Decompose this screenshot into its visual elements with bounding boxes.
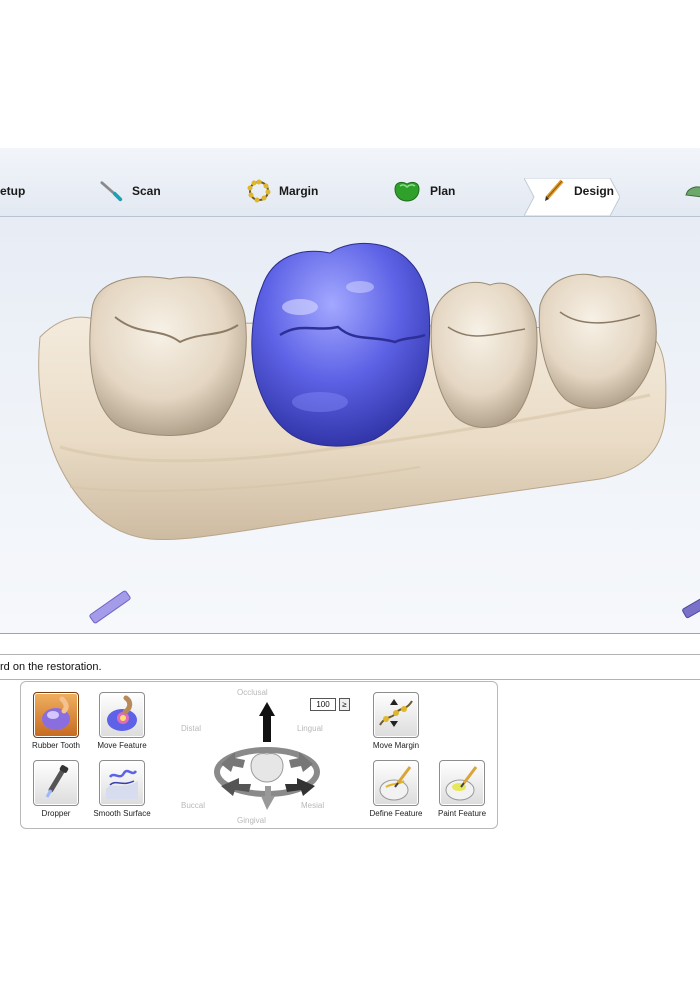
dropper-tool[interactable]: Dropper bbox=[21, 760, 91, 818]
label-buccal: Buccal bbox=[181, 801, 206, 810]
workflow-bar: etup Scan Margin Plan Design bbox=[0, 148, 700, 217]
plan-tooth-icon bbox=[392, 179, 422, 203]
step-setup-label: etup bbox=[0, 184, 26, 198]
next-step-icon bbox=[684, 179, 700, 203]
status-bar: rd on the restoration. bbox=[0, 654, 700, 680]
define-feature-icon bbox=[373, 760, 419, 806]
define-feature-label: Define Feature bbox=[369, 809, 423, 818]
move-margin-icon bbox=[373, 692, 419, 738]
zoom-value-field[interactable]: 100 bbox=[310, 698, 336, 711]
smooth-surface-icon bbox=[99, 760, 145, 806]
step-next-partial[interactable] bbox=[684, 178, 700, 204]
move-feature-tool[interactable]: Move Feature bbox=[87, 692, 157, 750]
move-feature-icon bbox=[99, 692, 145, 738]
step-design-label: Design bbox=[574, 184, 615, 198]
cad-design-app: etup Scan Margin Plan Design rd on the r… bbox=[0, 148, 700, 833]
scan-wand-icon bbox=[100, 179, 124, 203]
rubber-tooth-label: Rubber Tooth bbox=[32, 741, 80, 750]
3d-viewport[interactable] bbox=[0, 217, 700, 634]
dropper-label: Dropper bbox=[41, 809, 71, 818]
step-plan[interactable]: Plan bbox=[392, 178, 455, 204]
move-feature-label: Move Feature bbox=[97, 741, 147, 750]
zoom-apply-button[interactable]: ≥ bbox=[339, 698, 350, 711]
margin-ring-icon bbox=[247, 179, 271, 203]
design-tool-panel: Rubber Tooth Move Feature Dropper Smooth… bbox=[20, 681, 498, 829]
scan-body-handle-left bbox=[89, 590, 131, 624]
smooth-surface-tool[interactable]: Smooth Surface bbox=[87, 760, 157, 818]
rubber-tooth-tool[interactable]: Rubber Tooth bbox=[21, 692, 91, 750]
step-margin[interactable]: Margin bbox=[247, 178, 318, 204]
paint-feature-label: Paint Feature bbox=[437, 809, 487, 818]
step-scan[interactable]: Scan bbox=[100, 178, 161, 204]
scan-body-handle-right bbox=[682, 591, 700, 619]
step-scan-label: Scan bbox=[132, 184, 161, 198]
step-margin-label: Margin bbox=[279, 184, 319, 198]
rubber-tooth-icon bbox=[33, 692, 79, 738]
step-setup[interactable]: etup bbox=[0, 178, 25, 204]
paint-feature-tool[interactable]: Paint Feature bbox=[427, 760, 497, 818]
design-pencil-icon bbox=[542, 179, 566, 203]
label-gingival: Gingival bbox=[237, 816, 266, 825]
restoration-crown bbox=[251, 242, 431, 447]
step-design[interactable]: Design bbox=[542, 178, 614, 204]
tooth-molar-left bbox=[89, 276, 247, 436]
define-feature-tool[interactable]: Define Feature bbox=[361, 760, 431, 818]
dental-model[interactable] bbox=[0, 217, 700, 633]
paint-feature-icon bbox=[439, 760, 485, 806]
move-margin-label: Move Margin bbox=[372, 741, 420, 750]
dropper-icon bbox=[33, 760, 79, 806]
orientation-arrows-icon bbox=[214, 702, 320, 810]
smooth-surface-label: Smooth Surface bbox=[93, 809, 151, 818]
status-text: rd on the restoration. bbox=[0, 661, 102, 673]
label-distal: Distal bbox=[181, 724, 202, 733]
move-margin-tool[interactable]: Move Margin bbox=[361, 692, 431, 750]
step-plan-label: Plan bbox=[430, 184, 456, 198]
